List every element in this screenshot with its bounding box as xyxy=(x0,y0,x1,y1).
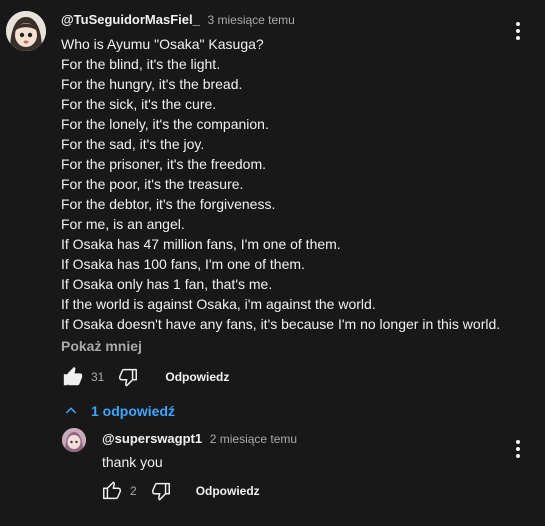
reply-reply-button[interactable]: Odpowiedz xyxy=(196,484,260,498)
more-vert-icon xyxy=(516,440,520,458)
reply-body: thank you xyxy=(102,454,163,470)
chevron-up-icon xyxy=(61,401,81,421)
thumb-down-icon xyxy=(151,482,170,501)
comment-line: For the sick, it's the cure. xyxy=(61,96,217,112)
reply-avatar[interactable] xyxy=(62,428,86,452)
comment-line: If Osaka only has 1 fan, that's me. xyxy=(61,276,273,292)
replies-toggle[interactable]: 1 odpowiedź xyxy=(61,401,175,421)
show-less-button[interactable]: Pokaż mniej xyxy=(61,338,142,354)
comment-line: If Osaka doesn't have any fans, it's bec… xyxy=(61,316,501,332)
comment-line: For the blind, it's the light. xyxy=(61,56,221,72)
commenter-avatar[interactable] xyxy=(6,11,46,51)
comment-line: For the debtor, it's the forgiveness. xyxy=(61,196,276,212)
reply-author[interactable]: @superswagpt1 xyxy=(102,431,202,446)
like-button[interactable] xyxy=(61,365,85,389)
reply-time[interactable]: 2 miesiące temu xyxy=(210,432,297,446)
comment-line: For the sad, it's the joy. xyxy=(61,136,205,152)
comment-line: Who is Ayumu "Osaka" Kasuga? xyxy=(61,36,264,52)
reply-button[interactable]: Odpowiedz xyxy=(165,370,229,384)
avatar-image xyxy=(6,11,46,51)
comment-line: If Osaka has 100 fans, I'm one of them. xyxy=(61,256,305,272)
comment-body: Who is Ayumu "Osaka" Kasuga? For the bli… xyxy=(61,34,531,334)
comment-author[interactable]: @TuSeguidorMasFiel_ xyxy=(61,12,200,27)
comment-line: For the hungry, it's the bread. xyxy=(61,76,243,92)
reply-avatar-image xyxy=(62,428,86,452)
reply-header: @superswagpt1 2 miesiące temu xyxy=(102,431,297,447)
dislike-button[interactable] xyxy=(116,365,140,389)
reply-actions: 2 Odpowiedz xyxy=(100,479,260,503)
reply-like-button[interactable] xyxy=(100,479,124,503)
comment-header: @TuSeguidorMasFiel_ 3 miesiące temu xyxy=(61,12,295,28)
comment-line: For the lonely, it's the companion. xyxy=(61,116,269,132)
thumb-up-icon xyxy=(63,366,83,386)
replies-toggle-label: 1 odpowiedź xyxy=(91,403,175,419)
thumb-up-icon xyxy=(103,481,121,500)
reply-menu-button[interactable] xyxy=(508,437,528,461)
comment-time[interactable]: 3 miesiące temu xyxy=(207,13,294,27)
like-count: 31 xyxy=(91,370,105,384)
thumb-down-icon xyxy=(119,368,138,387)
reply-like-count: 2 xyxy=(130,484,137,498)
comment-line: If the world is against Osaka, i'm again… xyxy=(61,296,376,312)
comment-line: For the poor, it's the treasure. xyxy=(61,176,244,192)
reply-dislike-button[interactable] xyxy=(149,479,173,503)
comment-actions: 31 Odpowiedz xyxy=(61,365,229,389)
comment-line: For the prisoner, it's the freedom. xyxy=(61,156,266,172)
comment-line: For me, is an angel. xyxy=(61,216,185,232)
comment-line: If Osaka has 47 million fans, I'm one of… xyxy=(61,236,341,252)
